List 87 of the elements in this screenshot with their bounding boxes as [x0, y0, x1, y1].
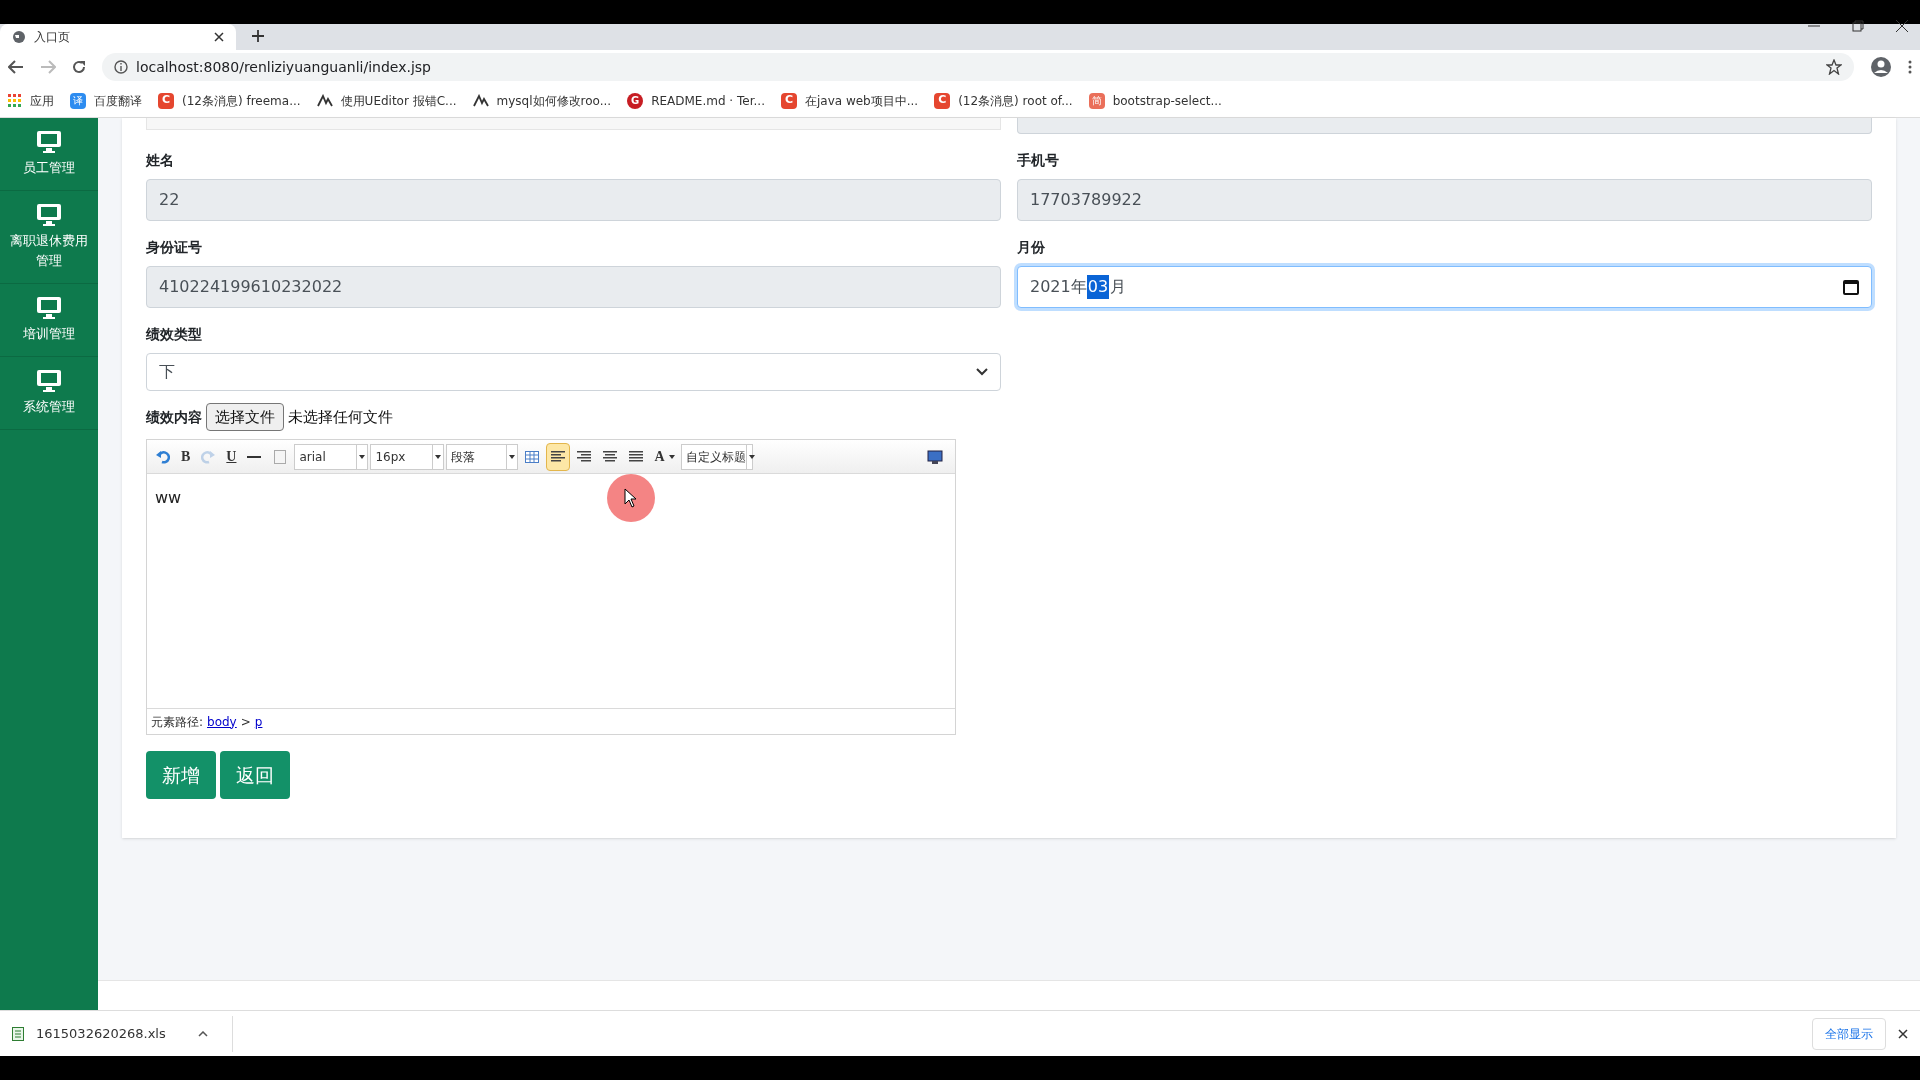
- field-label: 绩效内容: [146, 407, 202, 427]
- font-color-button[interactable]: A: [650, 444, 679, 469]
- text-field[interactable]: 17703789922: [1017, 179, 1872, 221]
- close-icon[interactable]: [1896, 20, 1908, 32]
- dropdown-arrow-icon: [668, 454, 675, 459]
- more-icon[interactable]: [1908, 60, 1912, 74]
- new-tab-icon[interactable]: [252, 30, 264, 42]
- text-field[interactable]: [146, 118, 1001, 130]
- bookmark-item[interactable]: 译 百度翻译: [70, 91, 142, 110]
- select-field[interactable]: 下: [146, 353, 1001, 391]
- download-file-name[interactable]: 1615032620268.xls: [36, 1023, 186, 1044]
- bookmark-item[interactable]: C (12条消息) freema...: [158, 91, 301, 110]
- dropdown-arrow-icon: [748, 454, 755, 459]
- element-path-label: 元素路径:: [151, 713, 204, 731]
- translate-icon: 译: [70, 92, 86, 109]
- dropdown-arrow-icon: [509, 454, 516, 459]
- dropdown-arrow-icon: [435, 454, 442, 459]
- text-field[interactable]: [1017, 118, 1872, 134]
- field-label: 绩效类型: [146, 325, 203, 344]
- c-logo-icon: C: [780, 92, 797, 109]
- file-status-text: 未选择任何文件: [288, 406, 393, 428]
- close-icon[interactable]: [1898, 1028, 1908, 1039]
- align-left-button[interactable]: [546, 442, 571, 471]
- monitor-icon: [36, 130, 62, 154]
- field-label: 手机号: [1017, 151, 1060, 170]
- pointer-icon: [624, 488, 638, 508]
- bookmark-item[interactable]: 简 bootstrap-select...: [1088, 91, 1222, 110]
- dropdown-arrow-icon: [359, 454, 366, 459]
- align-lines-icon: [603, 450, 618, 463]
- dropdown-select[interactable]: 16px: [370, 443, 445, 470]
- bookmark-item[interactable]: G README.md · Ter...: [627, 91, 765, 110]
- dropdown-select[interactable]: arial: [294, 443, 369, 470]
- bold-button[interactable]: B: [177, 444, 195, 469]
- show-all-button[interactable]: 全部显示: [1812, 1017, 1886, 1050]
- close-icon[interactable]: [214, 32, 224, 42]
- table-icon: [525, 450, 540, 463]
- path-link[interactable]: p: [254, 712, 263, 731]
- selected-month-text: 03: [1086, 275, 1110, 299]
- dropdown-select[interactable]: 段落: [446, 443, 519, 470]
- month-suffix-text: 月: [1110, 276, 1127, 298]
- monitor-icon: [36, 369, 62, 393]
- redo-icon: [201, 449, 216, 464]
- undo-icon: [156, 449, 170, 464]
- align-lines-icon: [551, 450, 566, 463]
- back-arrow-icon[interactable]: [8, 60, 24, 74]
- apps-grid-icon: [8, 93, 22, 108]
- reload-icon[interactable]: [72, 60, 86, 74]
- browser-tab[interactable]: 入口页: [0, 24, 236, 50]
- monitor-icon: [36, 203, 62, 227]
- bookmark-item[interactable]: 应用: [8, 91, 54, 110]
- restore-icon[interactable]: [1852, 20, 1864, 32]
- info-icon: [114, 60, 128, 74]
- calendar-icon[interactable]: [1843, 279, 1859, 295]
- monitor-icon[interactable]: [927, 449, 943, 464]
- underline-button[interactable]: U: [222, 444, 241, 469]
- jian-logo-icon: 简: [1088, 92, 1105, 109]
- year-text: 2021年: [1030, 276, 1087, 298]
- text-field[interactable]: 22: [146, 179, 1001, 221]
- bookmark-item[interactable]: C 在java web项目中...: [780, 91, 919, 110]
- address-bar[interactable]: localhost:8080/renliziyuanguanli/index.jsp: [102, 53, 1854, 81]
- path-link[interactable]: body: [207, 712, 237, 731]
- field-label: 身份证号: [146, 238, 203, 257]
- month-field[interactable]: 2021年03 月: [1017, 266, 1872, 308]
- field-label: 月份: [1017, 238, 1046, 257]
- action-button[interactable]: 返回: [220, 751, 290, 799]
- bookmark-item[interactable]: C (12条消息) root of...: [934, 91, 1073, 110]
- text-field[interactable]: 410224199610232022: [146, 266, 1001, 308]
- globe-icon: [12, 30, 26, 44]
- path-separator: >: [240, 713, 251, 731]
- action-button[interactable]: 新增: [146, 751, 216, 799]
- bookmark-item[interactable]: mysql如何修改roo...: [472, 91, 612, 110]
- monitor-icon: [36, 296, 62, 320]
- chevron-up-icon[interactable]: [198, 1030, 208, 1037]
- g-logo-icon: G: [627, 92, 644, 109]
- account-icon[interactable]: [1870, 56, 1892, 78]
- star-icon[interactable]: [1826, 59, 1842, 75]
- align-lines-icon: [577, 450, 592, 463]
- dropdown-select[interactable]: 自定义标题: [680, 443, 753, 470]
- spreadsheet-file-icon: [12, 1026, 24, 1041]
- bookmark-item[interactable]: 使用UEditor 报错C...: [316, 91, 457, 110]
- choose-file-button[interactable]: 选择文件: [206, 403, 284, 431]
- c-logo-icon: C: [158, 92, 174, 109]
- field-label: 姓名: [146, 151, 175, 170]
- align-lines-icon: [629, 450, 644, 463]
- editor-body[interactable]: ww: [147, 474, 955, 708]
- chevron-down-icon: [976, 368, 988, 376]
- c-logo-icon: C: [934, 92, 951, 109]
